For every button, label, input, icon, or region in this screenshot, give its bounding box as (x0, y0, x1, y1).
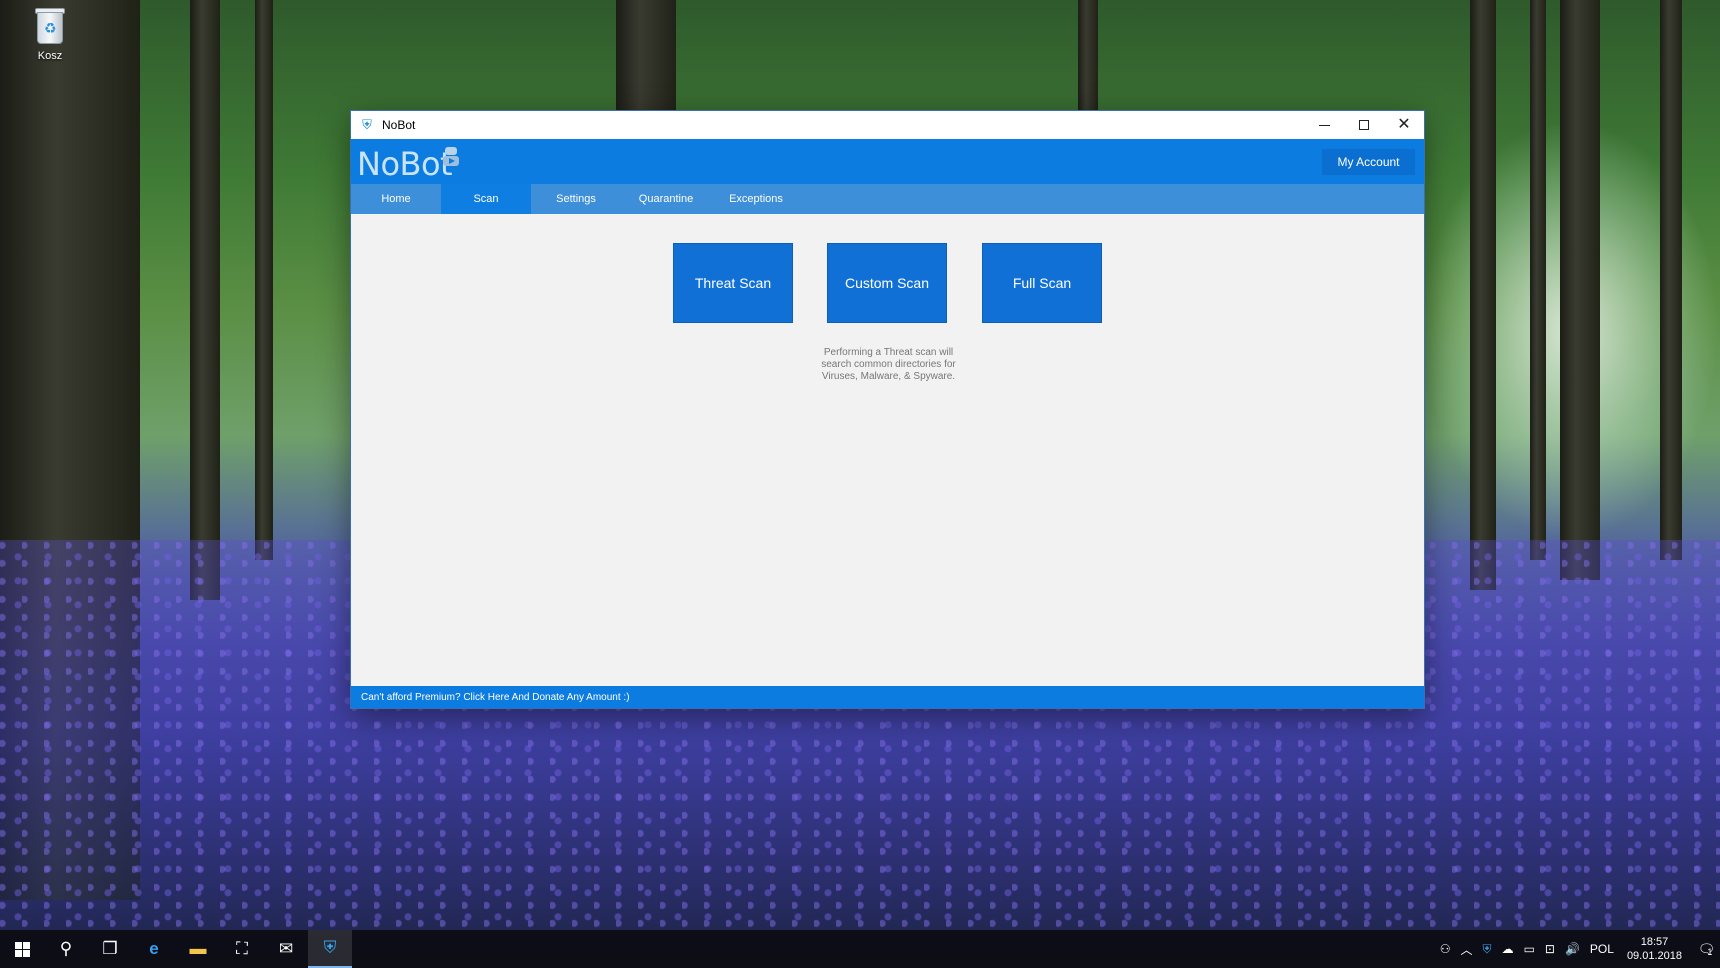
search-icon: ⚲ (59, 939, 73, 958)
scan-description-line: Performing a Threat scan will (823, 347, 954, 358)
volume-icon[interactable]: 🔊 (1560, 942, 1585, 956)
close-button[interactable]: ✕ (1384, 111, 1424, 139)
edge-taskbar-button[interactable]: e (132, 930, 176, 968)
language-indicator[interactable]: POL (1585, 942, 1619, 956)
clock-date: 09.01.2018 (1626, 950, 1682, 962)
recycle-bin-label: Kosz (37, 50, 63, 62)
store-bag-icon: ⛶ (236, 939, 248, 958)
folder-icon: ▬ (189, 939, 207, 958)
tree-trunk (1078, 0, 1098, 120)
maximize-button[interactable] (1344, 111, 1384, 139)
my-account-button[interactable]: My Account (1322, 149, 1415, 175)
notification-count: 1 (1707, 947, 1713, 957)
scan-panel: Threat Scan Custom Scan Full Scan Perfor… (351, 214, 1424, 686)
app-logo: NoBot (357, 145, 453, 183)
battery-icon[interactable]: ▭ (1519, 942, 1540, 956)
recycle-bin-icon: ♻ (33, 6, 67, 46)
minimize-icon (1318, 124, 1330, 126)
tab-quarantine[interactable]: Quarantine (621, 184, 711, 214)
task-view-button[interactable]: ❐ (88, 930, 132, 968)
scan-description-line: search common directories for (821, 359, 956, 370)
tab-exceptions[interactable]: Exceptions (711, 184, 801, 214)
taskbar: ⚲ ❐ e ▬ ⛶ ✉ ⛨ ⚇ ︿ ⛨ ☁ ▭ ⊡ 🔊 POL 18:57 09… (0, 930, 1720, 968)
donate-link[interactable]: Can't afford Premium? Click Here And Don… (361, 692, 630, 703)
nobot-app-icon: ⛨ (362, 117, 372, 132)
system-tray: ⚇ ︿ ⛨ ☁ ▭ ⊡ 🔊 POL 18:57 09.01.2018 🗨 1 (1435, 930, 1720, 968)
tree-trunk (1560, 0, 1600, 580)
nobot-app-icon: ⛨ (323, 938, 337, 957)
tree-trunk (255, 0, 273, 560)
tab-settings[interactable]: Settings (531, 184, 621, 214)
onedrive-icon[interactable]: ☁ (1497, 942, 1519, 956)
title-bar[interactable]: ⛨ NoBot ✕ (351, 111, 1424, 139)
window-controls: ✕ (1304, 111, 1424, 139)
window-title: NoBot (382, 118, 416, 132)
start-button[interactable] (0, 930, 44, 968)
windows-logo-icon (14, 941, 30, 957)
nobot-tray-icon[interactable]: ⛨ (1478, 942, 1497, 957)
mail-icon: ✉ (278, 939, 294, 958)
mail-taskbar-button[interactable]: ✉ (264, 930, 308, 968)
clock-time: 18:57 (1640, 936, 1669, 948)
action-center-button[interactable]: 🗨 1 (1690, 930, 1720, 968)
custom-scan-button[interactable]: Custom Scan (827, 243, 947, 323)
tree-trunk (1470, 0, 1496, 590)
app-header: NoBot My Account (351, 139, 1424, 184)
minimize-button[interactable] (1304, 111, 1344, 139)
tree-trunk (190, 0, 220, 600)
tree-trunk (1530, 0, 1546, 560)
maximize-icon (1359, 120, 1369, 130)
tab-home[interactable]: Home (351, 184, 441, 214)
recycle-bin-shortcut[interactable]: ♻ Kosz (22, 6, 78, 62)
scan-description-line: Viruses, Malware, & Spyware. (821, 371, 956, 382)
nobot-window: ⛨ NoBot ✕ NoBot My Account Home Scan Set… (351, 111, 1424, 708)
tree-trunk (616, 0, 676, 120)
network-icon[interactable]: ⊡ (1540, 942, 1560, 956)
donate-banner[interactable]: Can't afford Premium? Click Here And Don… (351, 686, 1424, 708)
people-icon[interactable]: ⚇ (1435, 942, 1456, 956)
nav-tabs: Home Scan Settings Quarantine Exceptions (351, 184, 1424, 214)
clock[interactable]: 18:57 09.01.2018 (1619, 935, 1690, 963)
store-taskbar-button[interactable]: ⛶ (220, 930, 264, 968)
robot-icon (442, 147, 460, 169)
threat-scan-button[interactable]: Threat Scan (673, 243, 793, 323)
search-button[interactable]: ⚲ (44, 930, 88, 968)
tree-trunk (1660, 0, 1682, 560)
file-explorer-taskbar-button[interactable]: ▬ (176, 930, 220, 968)
task-view-icon: ❐ (102, 939, 118, 958)
full-scan-button[interactable]: Full Scan (982, 243, 1102, 323)
scan-description: Performing a Threat scan will search com… (811, 347, 966, 383)
chevron-up-icon[interactable]: ︿ (1456, 941, 1478, 958)
edge-icon: e (149, 939, 159, 958)
nobot-taskbar-button[interactable]: ⛨ (308, 930, 352, 968)
tab-scan[interactable]: Scan (441, 184, 531, 214)
close-icon: ✕ (1397, 116, 1411, 133)
